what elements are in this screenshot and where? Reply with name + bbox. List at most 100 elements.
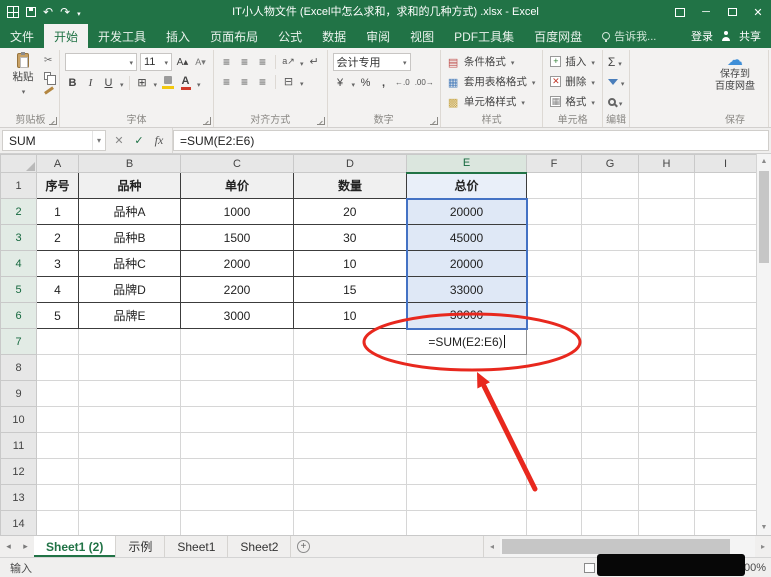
cell-H5[interactable]	[639, 277, 695, 303]
formula-input[interactable]: =SUM(E2:E6)	[173, 130, 769, 151]
tab-file[interactable]: 文件	[0, 24, 44, 48]
cell-C14[interactable]	[181, 511, 294, 536]
row-header-1[interactable]: 1	[1, 173, 37, 199]
number-dialog-launcher-icon[interactable]	[430, 117, 438, 125]
enter-icon[interactable]	[130, 134, 148, 147]
horizontal-scroll-thumb[interactable]	[502, 539, 730, 554]
decrease-decimal-icon[interactable]	[414, 74, 435, 91]
conditional-formatting-button[interactable]: 条件格式	[446, 53, 538, 70]
cell-C12[interactable]	[181, 459, 294, 485]
cell-I13[interactable]	[695, 485, 757, 511]
cell-E9[interactable]	[407, 381, 527, 407]
cell-B7[interactable]	[79, 329, 181, 355]
wrap-text-icon[interactable]	[307, 53, 322, 70]
cell-F5[interactable]	[527, 277, 582, 303]
cell-A9[interactable]	[37, 381, 79, 407]
orientation-dropdown-icon[interactable]	[299, 55, 304, 69]
sheet-tab-sheet1[interactable]: Sheet1	[165, 536, 228, 557]
borders-dropdown-icon[interactable]	[153, 76, 158, 90]
row-header-14[interactable]: 14	[1, 511, 37, 536]
cell-F3[interactable]	[527, 225, 582, 251]
cell-I3[interactable]	[695, 225, 757, 251]
cell-I7[interactable]	[695, 329, 757, 355]
cell-I6[interactable]	[695, 303, 757, 329]
row-header-3[interactable]: 3	[1, 225, 37, 251]
cell-E8[interactable]	[407, 355, 527, 381]
insert-cells-button[interactable]: + 插入	[548, 53, 597, 70]
font-dialog-launcher-icon[interactable]	[203, 117, 211, 125]
cell-I1[interactable]	[695, 173, 757, 199]
cell-E14[interactable]	[407, 511, 527, 536]
increase-font-size-icon[interactable]	[175, 54, 190, 71]
share-button[interactable]: 共享	[739, 28, 761, 44]
cell-B5[interactable]: 品牌D	[79, 277, 181, 303]
tab-baidu-netdisk[interactable]: 百度网盘	[524, 24, 592, 48]
name-box[interactable]: SUM	[2, 130, 106, 151]
cell-C4[interactable]: 2000	[181, 251, 294, 277]
cell-I10[interactable]	[695, 407, 757, 433]
font-name-combo[interactable]	[65, 53, 137, 71]
cell-B8[interactable]	[79, 355, 181, 381]
cell-I4[interactable]	[695, 251, 757, 277]
align-bottom-icon[interactable]	[255, 53, 270, 70]
cell-I8[interactable]	[695, 355, 757, 381]
cell-D13[interactable]	[294, 485, 407, 511]
cell-F14[interactable]	[527, 511, 582, 536]
row-header-10[interactable]: 10	[1, 407, 37, 433]
tab-review[interactable]: 审阅	[356, 24, 400, 48]
cell-F2[interactable]	[527, 199, 582, 225]
row-header-7[interactable]: 7	[1, 329, 37, 355]
cell-A1[interactable]: 序号	[37, 173, 79, 199]
cell-H6[interactable]	[639, 303, 695, 329]
cell-H4[interactable]	[639, 251, 695, 277]
cell-I11[interactable]	[695, 433, 757, 459]
accounting-dropdown-icon[interactable]	[351, 76, 356, 90]
tab-page-layout[interactable]: 页面布局	[200, 24, 268, 48]
cell-F9[interactable]	[527, 381, 582, 407]
number-format-combo[interactable]: 会计专用	[333, 53, 411, 71]
cell-A5[interactable]: 4	[37, 277, 79, 303]
decrease-font-size-icon[interactable]	[193, 54, 208, 71]
tab-data[interactable]: 数据	[312, 24, 356, 48]
align-center-icon[interactable]	[237, 73, 252, 90]
alignment-dialog-launcher-icon[interactable]	[317, 117, 325, 125]
cut-icon[interactable]	[44, 55, 54, 66]
cell-H11[interactable]	[639, 433, 695, 459]
scroll-down-icon[interactable]	[757, 520, 771, 535]
cell-D5[interactable]: 15	[294, 277, 407, 303]
tab-developer[interactable]: 开发工具	[88, 24, 156, 48]
insert-function-icon[interactable]: fx	[150, 133, 168, 148]
column-header-C[interactable]: C	[181, 155, 294, 173]
row-header-2[interactable]: 2	[1, 199, 37, 225]
cell-F13[interactable]	[527, 485, 582, 511]
cell-D2[interactable]: 20	[294, 199, 407, 225]
format-as-table-button[interactable]: 套用表格格式	[446, 73, 538, 90]
cell-D8[interactable]	[294, 355, 407, 381]
cell-G1[interactable]	[582, 173, 639, 199]
cell-E7[interactable]: =SUM(E2:E6)	[407, 329, 527, 355]
tab-view[interactable]: 视图	[400, 24, 444, 48]
cell-D3[interactable]: 30	[294, 225, 407, 251]
cell-E5[interactable]: 33000	[407, 277, 527, 303]
italic-button[interactable]: I	[83, 74, 98, 91]
cell-A2[interactable]: 1	[37, 199, 79, 225]
cancel-icon[interactable]	[110, 134, 128, 147]
sign-in-link[interactable]: 登录	[691, 28, 713, 44]
fill-color-icon[interactable]	[160, 74, 175, 91]
delete-cells-button[interactable]: ✕ 删除	[548, 73, 597, 90]
align-top-icon[interactable]	[219, 53, 234, 70]
cell-F8[interactable]	[527, 355, 582, 381]
cell-H9[interactable]	[639, 381, 695, 407]
cell-G11[interactable]	[582, 433, 639, 459]
cell-A11[interactable]	[37, 433, 79, 459]
cell-B3[interactable]: 品种B	[79, 225, 181, 251]
align-left-icon[interactable]	[219, 73, 234, 90]
tab-home[interactable]: 开始	[44, 24, 88, 48]
cell-E3[interactable]: 45000	[407, 225, 527, 251]
cell-styles-button[interactable]: 单元格样式	[446, 93, 538, 110]
copy-icon[interactable]	[44, 70, 54, 81]
sheet-tab-sheet2[interactable]: Sheet2	[228, 536, 291, 557]
cell-B12[interactable]	[79, 459, 181, 485]
cell-F1[interactable]	[527, 173, 582, 199]
save-icon[interactable]	[26, 7, 36, 17]
